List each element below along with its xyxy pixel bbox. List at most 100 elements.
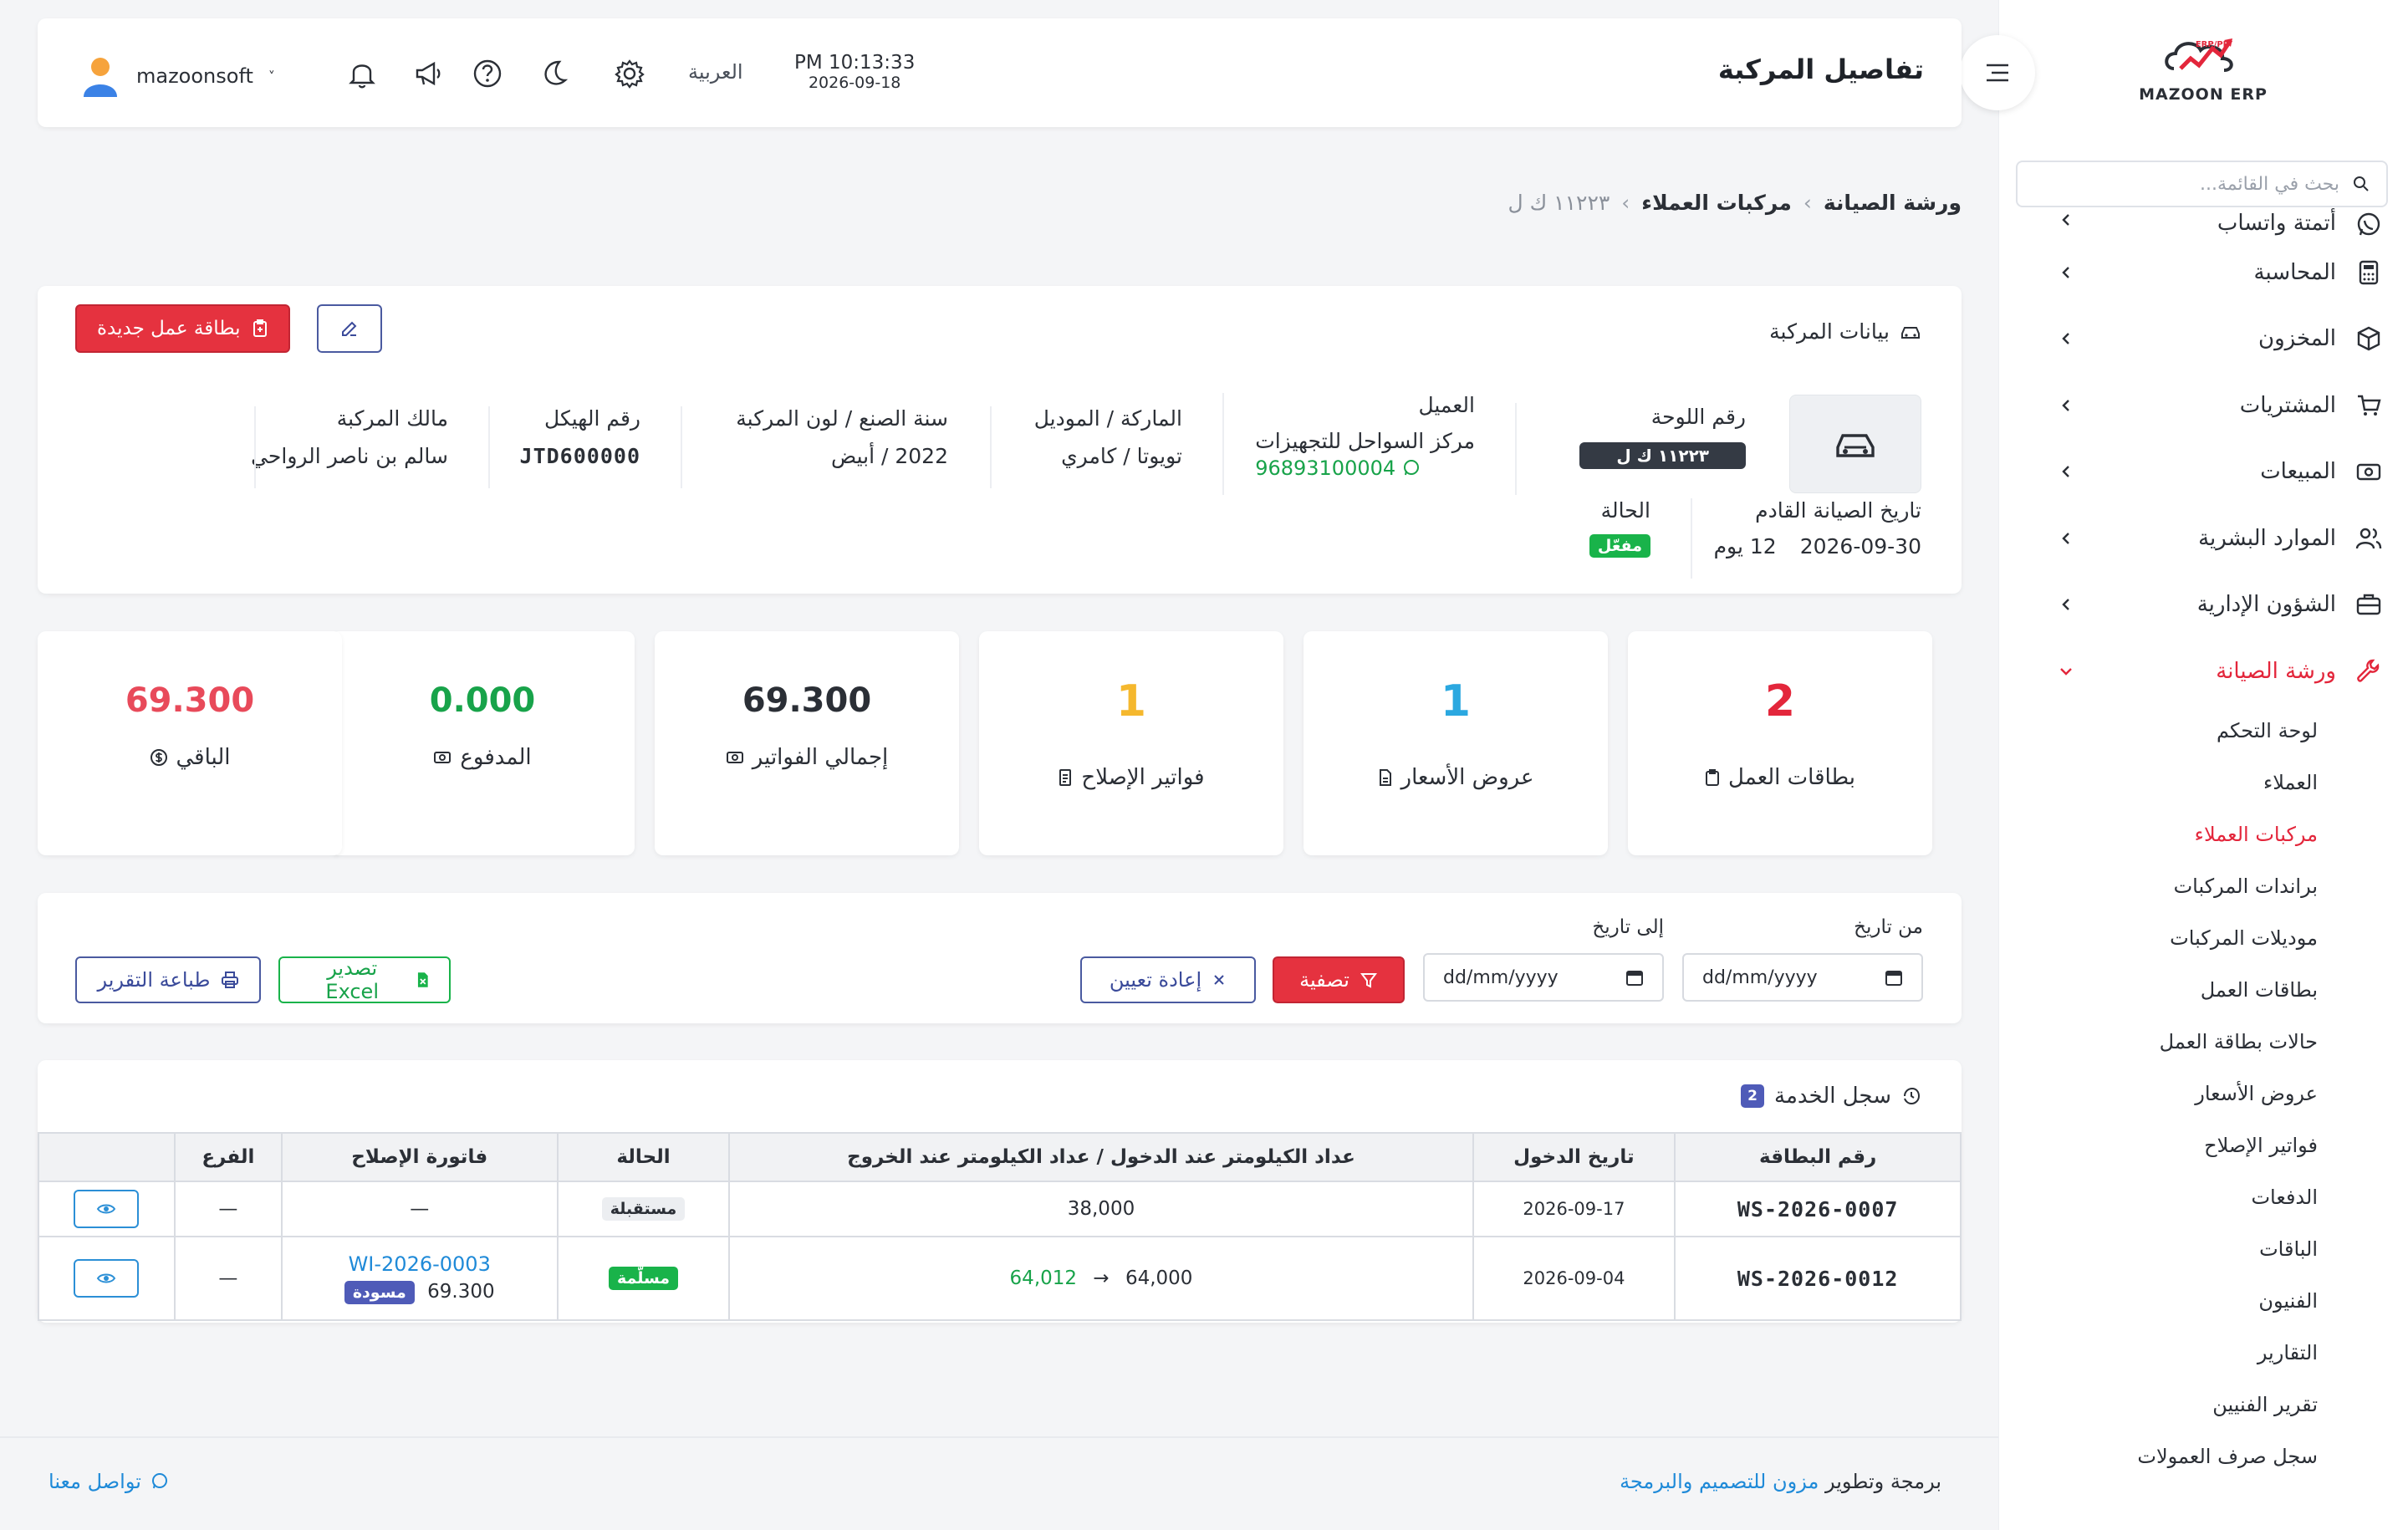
vehicle-section-title-text: بيانات المركبة — [1769, 319, 1890, 344]
clock-date: 2026-09-18 — [808, 74, 901, 92]
sidebar-subitem-dashboard[interactable]: لوحة التحكم — [1998, 705, 2318, 757]
brand-tagline: ERP/PP — [2195, 40, 2229, 49]
status-badge: مفعّل — [1589, 534, 1650, 558]
sidebar-search — [2016, 161, 2388, 207]
filter-button[interactable]: تصفية — [1273, 956, 1405, 1003]
customer-phone-number: 96893100004 — [1255, 456, 1396, 480]
view-button[interactable] — [74, 1190, 140, 1228]
make-model-label: الماركة / الموديل — [1033, 406, 1182, 431]
cart-icon — [2358, 395, 2381, 416]
next-service-days: 12 يوم — [1713, 534, 1777, 558]
chevron-left-icon — [2062, 214, 2069, 226]
stat-label-text: المدفوع — [460, 745, 532, 770]
customer-phone[interactable]: 96893100004 — [1255, 456, 1475, 480]
eye-icon — [97, 1273, 116, 1283]
language-switch[interactable]: العربية — [688, 60, 743, 84]
wrench-icon — [2357, 659, 2380, 682]
col-status[interactable]: الحالة — [556, 1132, 731, 1182]
to-date-placeholder: dd/mm/yyyy — [1443, 966, 1559, 988]
col-entry-date[interactable]: تاريخ الدخول — [1472, 1132, 1676, 1182]
gear-icon[interactable] — [613, 57, 646, 90]
history-icon — [1904, 1087, 1921, 1105]
sidebar-menu: أتمتة واتساب المحاسبة المخزون المشتريات … — [1998, 211, 2408, 1482]
col-repair-invoice[interactable]: فاتورة الإصلاح — [280, 1132, 559, 1182]
sidebar-subitem-job-card-statuses[interactable]: حالات بطاقة العمل — [1998, 1016, 2318, 1068]
reset-button[interactable]: إعادة تعيين — [1080, 956, 1256, 1003]
filter-icon — [1360, 973, 1377, 988]
sidebar-item-sales[interactable]: المبيعات — [1998, 439, 2408, 506]
sidebar-item-label: أتمتة واتساب — [2217, 211, 2336, 236]
cell-entry-date: 2026-09-04 — [1472, 1236, 1676, 1321]
edit-icon — [342, 321, 357, 336]
sidebar-subitem-commission-log[interactable]: سجل صرف العمولات — [1998, 1431, 2318, 1482]
stat-quotations[interactable]: 1 عروض الأسعار — [1303, 631, 1608, 855]
sidebar-subitem-customer-vehicles[interactable]: مركبات العملاء — [1998, 808, 2318, 860]
odometer-in: 64,000 — [1125, 1267, 1193, 1289]
sidebar-item-purchases[interactable]: المشتريات — [1998, 372, 2408, 439]
car-icon — [1901, 326, 1920, 339]
col-odometer[interactable]: عداد الكيلومتر عند الدخول / عداد الكيلوم… — [728, 1132, 1474, 1182]
stat-label: بطاقات العمل — [1628, 765, 1932, 790]
help-icon[interactable] — [471, 57, 504, 90]
footer-company-link[interactable]: مزون للتصميم والبرمجة — [1620, 1470, 1819, 1493]
stat-paid[interactable]: 0.000 المدفوع — [330, 631, 635, 855]
repair-invoice-link[interactable]: WI-2026-0003 — [283, 1252, 557, 1276]
next-service-date: 2026-09-30 — [1799, 534, 1921, 558]
sidebar-item-accounting[interactable]: المحاسبة — [1998, 239, 2408, 306]
sidebar-subitem-technicians[interactable]: الفنيون — [1998, 1275, 2318, 1327]
sidebar-subitem-packages[interactable]: الباقات — [1998, 1223, 2318, 1275]
owner-field: مالك المركبة سالم بن ناصر الرواحي — [251, 406, 448, 468]
sidebar-subitem-vehicle-brands[interactable]: براندات المركبات — [1998, 860, 2318, 912]
breadcrumb-customer-vehicles[interactable]: مركبات العملاء — [1641, 191, 1792, 215]
to-date-input[interactable]: dd/mm/yyyy — [1423, 953, 1664, 1002]
sidebar-subitem-vehicle-models[interactable]: موديلات المركبات — [1998, 912, 2318, 964]
search-icon — [2354, 176, 2369, 191]
contact-us-link[interactable]: تواصل معنا — [48, 1470, 170, 1493]
sidebar-toggle-button[interactable] — [1960, 35, 2035, 110]
new-job-card-button[interactable]: بطاقة عمل جديدة — [75, 304, 291, 353]
customer-name[interactable]: مركز السواحل للتجهيزات — [1255, 429, 1475, 453]
year-color-label: سنة الصنع / لون المركبة — [736, 406, 948, 431]
sidebar-item-workshop[interactable]: ورشة الصيانة — [1998, 638, 2408, 705]
sidebar-search-input[interactable] — [2033, 167, 2339, 201]
sidebar-subitem-repair-invoices[interactable]: فواتير الإصلاح — [1998, 1119, 2318, 1171]
cell-status: مستقبلة — [556, 1181, 731, 1237]
stat-repair-invoices[interactable]: 1 فواتير الإصلاح — [979, 631, 1283, 855]
sidebar-subitem-reports[interactable]: التقارير — [1998, 1327, 2318, 1379]
col-card-number[interactable]: رقم البطاقة — [1674, 1132, 1962, 1182]
sidebar-subitem-payments[interactable]: الدفعات — [1998, 1171, 2318, 1223]
sidebar-item-hr[interactable]: الموارد البشرية — [1998, 505, 2408, 572]
status-badge: مسلّمة — [608, 1267, 679, 1290]
sidebar-item-admin[interactable]: الشؤون الإدارية — [1998, 572, 2408, 639]
moon-icon[interactable] — [538, 57, 571, 90]
table-row: WS-2026-0007 2026-09-17 38,000 مستقبلة —… — [38, 1181, 1962, 1237]
stat-remaining[interactable]: 69.300 الباقي — [38, 631, 342, 855]
brand-logo[interactable]: ERP/PP MAZOON ERP — [2124, 32, 2283, 115]
breadcrumb-workshop[interactable]: ورشة الصيانة — [1824, 191, 1962, 215]
edit-vehicle-button[interactable] — [317, 304, 382, 353]
dollar-icon — [150, 749, 167, 766]
sidebar-item-whatsapp[interactable]: أتمتة واتساب — [1998, 211, 2408, 239]
from-date-input[interactable]: dd/mm/yyyy — [1682, 953, 1923, 1002]
sidebar-item-inventory[interactable]: المخزون — [1998, 306, 2408, 373]
print-report-button[interactable]: طباعة التقرير — [75, 956, 261, 1003]
service-log-title-text: سجل الخدمة — [1774, 1084, 1891, 1109]
megaphone-icon[interactable] — [412, 57, 446, 90]
car-icon — [1836, 434, 1875, 457]
sidebar-subitem-quotations[interactable]: عروض الأسعار — [1998, 1068, 2318, 1119]
export-excel-button[interactable]: تصدير Excel — [278, 956, 451, 1003]
sidebar-subitem-customers[interactable]: العملاء — [1998, 757, 2318, 808]
owner-label: مالك المركبة — [336, 406, 448, 431]
stat-job-cards[interactable]: 2 بطاقات العمل — [1628, 631, 1932, 855]
user-menu[interactable]: ˅ mazoonsoft — [79, 54, 275, 99]
stat-total-invoices[interactable]: 69.300 إجمالي الفواتير — [655, 631, 959, 855]
invoice-amount: 69.300 — [427, 1281, 495, 1303]
brand-name: MAZOON ERP — [2139, 85, 2268, 104]
stat-label-text: الباقي — [176, 745, 231, 770]
sidebar-subitem-technicians-report[interactable]: تقرير الفنيين — [1998, 1379, 2318, 1431]
bell-icon[interactable] — [345, 57, 379, 90]
col-branch[interactable]: الفرع — [173, 1132, 283, 1182]
view-button[interactable] — [74, 1259, 140, 1298]
username: mazoonsoft — [136, 64, 253, 88]
sidebar-subitem-job-cards[interactable]: بطاقات العمل — [1998, 964, 2318, 1016]
